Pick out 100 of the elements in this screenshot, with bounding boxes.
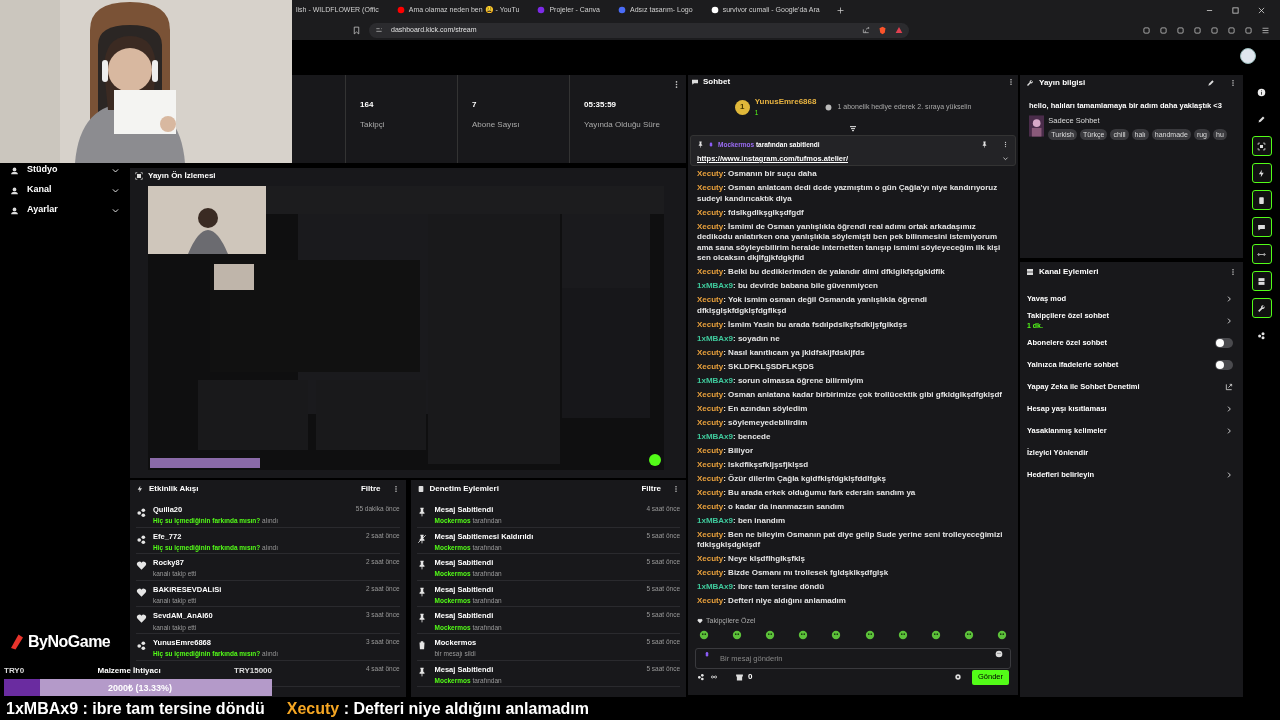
chevron-right-icon xyxy=(1225,295,1233,303)
chat-message: Xecuty: söylemeyedebilirdim xyxy=(697,417,809,428)
chat-message: 1xMBAx9: ben inandım xyxy=(697,515,786,526)
coin-icon xyxy=(825,103,833,111)
external-link-icon xyxy=(1225,383,1233,391)
goal-title: Malzeme İhtiyacı xyxy=(96,665,162,677)
rail-button[interactable] xyxy=(1251,136,1272,156)
store-count: 0 xyxy=(748,671,753,683)
chat-message: Xecuty: Bizde Osmanı mı trollesek fgldşklkşdfglşk xyxy=(697,568,890,579)
wrench-icon xyxy=(1257,303,1266,313)
heart-icon xyxy=(136,613,147,625)
store-icon[interactable] xyxy=(735,672,744,682)
microphone-icon xyxy=(704,649,710,659)
chat-message: 1xMBAx9: sorun olmassa öğrene bilirmiyim xyxy=(697,375,865,386)
chat-message: Xecuty: Osman anlatcam dedi dcde yazmıştım o gün Çağla'yı niye kandırıyoruz sudeyi kandırıcaktık diya xyxy=(697,183,999,204)
document-icon xyxy=(1257,195,1266,205)
nav-icon xyxy=(10,205,19,215)
more-icon[interactable] xyxy=(672,485,680,493)
stat-label: Abone Sayısı xyxy=(472,119,521,131)
emote-icon[interactable] xyxy=(831,629,842,640)
chevron-right-icon xyxy=(1225,405,1233,413)
edit-icon[interactable] xyxy=(1207,79,1215,87)
chat-message: Xecuty: İsmimi de Osman yanlışlıkla öğrendi real adımı ortak arkadaşımız dedikodu anlatırken ona yanlışlıkla söylemişti ben pek bilinmesini istemiyorum ama sana söyleyebilirim heralde internetten tanışıp ismimi söyleyeceğim ilk kişi sen olcaksın dkjlfgjkfdgkjfld xyxy=(697,221,1002,264)
focus-icon xyxy=(135,172,143,180)
menu-icon[interactable] xyxy=(1261,25,1270,35)
site-settings-icon xyxy=(375,26,383,34)
more-icon[interactable] xyxy=(1229,79,1237,87)
chat-message: Xecuty: En azından söyledim xyxy=(697,403,809,414)
avatar[interactable] xyxy=(1240,48,1256,64)
goal-max: TRY15000 xyxy=(234,665,272,677)
goal-amount: 2000₺ (13.33%) xyxy=(108,682,173,695)
sidebar-item[interactable]: Ayarlar xyxy=(0,200,130,220)
emote-icon[interactable] xyxy=(732,629,743,640)
emote-icon[interactable] xyxy=(897,629,908,640)
emote-icon[interactable] xyxy=(798,629,809,640)
stat-value: 7 xyxy=(472,99,478,111)
tab-favicon-icon xyxy=(710,6,719,14)
document-icon xyxy=(416,485,425,493)
panel-title: Yayın bilgisi xyxy=(1039,77,1087,89)
emote-icon[interactable] xyxy=(864,629,875,640)
sidebar-item[interactable]: Kanal xyxy=(0,180,130,200)
chat-message: 1xMBAx9: ibre tam tersine döndü xyxy=(697,582,826,593)
heart-icon xyxy=(697,618,703,625)
chat-icon xyxy=(1257,222,1266,232)
panel-title: Denetim Eylemleri xyxy=(429,483,500,495)
emote-icon[interactable] xyxy=(765,629,776,640)
maximize-icon[interactable] xyxy=(1231,5,1240,15)
focus-icon xyxy=(1257,141,1266,151)
filter-icon[interactable] xyxy=(848,125,858,133)
emote-icon[interactable] xyxy=(997,629,1007,640)
unpin-icon xyxy=(416,533,427,544)
close-icon[interactable] xyxy=(1257,5,1266,15)
filter-link[interactable]: Filtre xyxy=(641,483,661,495)
chat-message: Xecuty: Osmanın bir suçu daha xyxy=(697,169,818,180)
rail-button[interactable] xyxy=(1251,298,1272,318)
emote-icon[interactable] xyxy=(963,629,974,640)
panel-title: Sohbet xyxy=(703,76,732,88)
panel-title: Kanal Eylemleri xyxy=(1039,266,1100,278)
tab-favicon-icon xyxy=(537,6,546,14)
category-thumbnail xyxy=(1029,115,1045,138)
bookmark-icon[interactable] xyxy=(352,25,361,35)
pin-icon[interactable] xyxy=(981,141,988,149)
points-icon xyxy=(136,507,147,518)
panel-title: Yayın Ön İzlemesi xyxy=(148,170,216,182)
chat-message: 1xMBAx9: bencede xyxy=(697,431,772,442)
rail-button[interactable] xyxy=(1251,244,1272,264)
toggle-switch[interactable] xyxy=(1215,338,1233,348)
more-icon[interactable] xyxy=(1007,78,1015,86)
more-icon[interactable] xyxy=(1002,141,1009,149)
rail-button[interactable] xyxy=(1251,217,1272,237)
rail-button[interactable] xyxy=(1251,190,1272,210)
rail-button[interactable] xyxy=(1251,163,1272,183)
stat-value: 164 xyxy=(360,99,375,111)
toggle-switch[interactable] xyxy=(1215,360,1233,370)
emoji-icon[interactable] xyxy=(995,649,1003,658)
chat-message: Xecuty: lskdflkşsfkljşsfjklşsd xyxy=(697,459,810,470)
points-icon xyxy=(136,533,147,545)
chat-message: Xecuty: Özür dilerim Çağla kgldfklşfdgklşfddlfgkş xyxy=(697,473,887,484)
gifter-name: YunusEmre6868 xyxy=(754,96,817,109)
stat-value: 05:35:59 xyxy=(584,99,618,111)
more-icon[interactable] xyxy=(1229,268,1237,276)
triangle-icon xyxy=(895,26,903,34)
settings-icon[interactable] xyxy=(953,673,962,681)
heart-icon xyxy=(136,586,147,598)
ticker-message: 1xMBAx9 : ibre tam tersine döndü xyxy=(6,698,265,719)
points-icon xyxy=(136,639,147,651)
rail-button[interactable] xyxy=(1251,271,1272,291)
info-icon xyxy=(1257,87,1266,97)
tab-favicon-icon xyxy=(396,6,405,14)
filter-link[interactable]: Filtre xyxy=(360,483,381,495)
sidebar-item[interactable]: Stüdyo xyxy=(0,160,130,180)
emote-icon[interactable] xyxy=(930,629,941,640)
chat-message: Xecuty: fdslkgdlkşglkşdfgdf xyxy=(697,207,805,218)
emote-icon[interactable] xyxy=(699,629,709,640)
rank-badge: 1 xyxy=(734,99,750,115)
microphone-icon xyxy=(708,140,714,149)
points-icon[interactable] xyxy=(697,673,705,681)
stat-label: Yayında Olduğu Süre xyxy=(584,119,661,131)
chevron-right-icon xyxy=(1225,427,1233,435)
new-tab-icon[interactable] xyxy=(835,5,845,15)
